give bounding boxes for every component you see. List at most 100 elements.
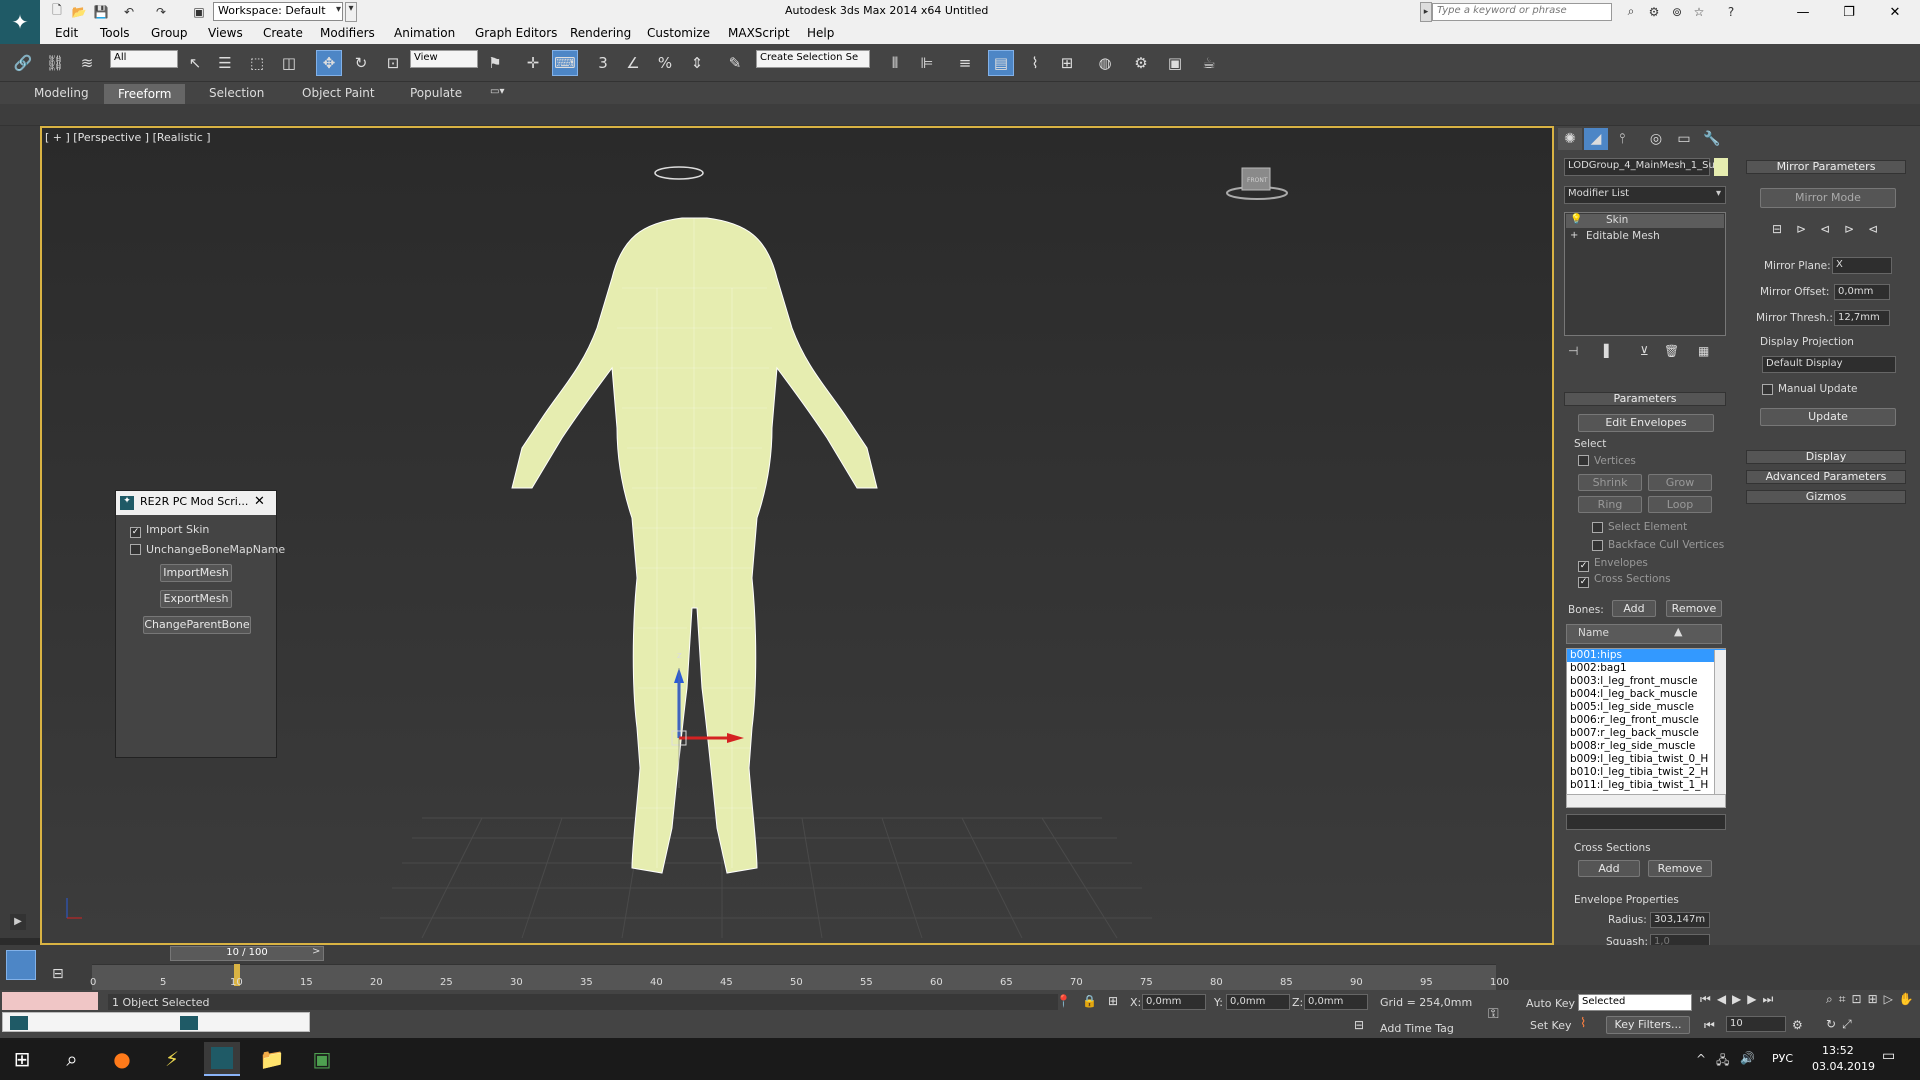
go-to-start-icon[interactable]: ⏮ (1700, 992, 1711, 1012)
edit-named-selection-icon[interactable]: ✎ (722, 50, 748, 76)
subscription-icon[interactable]: ⚙ (1645, 3, 1663, 20)
search-input[interactable]: Type a keyword or phrase (1432, 3, 1612, 21)
open-file-icon[interactable]: 📂 (70, 3, 88, 20)
redo-icon[interactable]: ↷ (152, 3, 170, 20)
menu-create[interactable]: Create (263, 26, 303, 40)
remove-modifier-icon[interactable]: 🗑 (1664, 344, 1679, 358)
menu-help[interactable]: Help (807, 26, 834, 40)
play-macro-icon[interactable]: ▶ (10, 914, 26, 930)
time-slider[interactable]: 10 / 100 (170, 946, 324, 961)
tab-modeling[interactable]: Modeling (34, 86, 89, 100)
mirror-icon[interactable]: ⫴ (882, 50, 908, 76)
mirror-paste-icon[interactable]: ⊟ (1772, 222, 1782, 236)
advanced-parameters-rollout-header[interactable]: Advanced Parameters (1746, 470, 1906, 484)
clock-time[interactable]: 13:52 (1822, 1044, 1854, 1057)
import-mesh-button[interactable]: ImportMesh (160, 564, 232, 582)
mirror-rollout-header[interactable]: Mirror Parameters (1746, 160, 1906, 174)
minimized-window-icon[interactable] (180, 1016, 198, 1030)
named-selection-dropdown[interactable]: Create Selection Se (756, 50, 870, 68)
select-object-icon[interactable]: ↖ (182, 50, 208, 76)
show-end-result-icon[interactable]: ▌ (1604, 344, 1613, 358)
tray-chevron-icon[interactable]: ^ (1696, 1052, 1706, 1066)
pin-stack-icon[interactable]: ⊣ (1568, 344, 1578, 358)
render-teapot-icon[interactable]: ☕ (1196, 50, 1222, 76)
maximize-button[interactable]: ❐ (1826, 0, 1872, 24)
app-logo-icon[interactable]: ✦ (0, 0, 40, 44)
dialog-close-icon[interactable]: ✕ (254, 494, 265, 509)
search-icon[interactable]: ⌕ (54, 1042, 90, 1076)
app-lightning-icon[interactable]: ⚡ (154, 1042, 190, 1076)
grow-button[interactable]: Grow (1648, 474, 1712, 491)
windows-start-icon[interactable]: ⊞ (4, 1042, 40, 1076)
time-configuration-icon[interactable]: ⚙ (1792, 1018, 1803, 1032)
bone-list-item[interactable]: b005:l_leg_side_muscle (1567, 701, 1725, 714)
field-of-view-icon[interactable]: ▷ (1884, 992, 1893, 1011)
menu-animation[interactable]: Animation (394, 26, 455, 40)
backface-checkbox[interactable] (1592, 540, 1603, 554)
time-tag-icon[interactable]: ⊟ (1354, 1018, 1370, 1034)
notifications-icon[interactable]: ▭ (1882, 1048, 1895, 1064)
configure-sets-icon[interactable]: ▦ (1698, 344, 1709, 358)
current-frame-input[interactable]: 10 (1726, 1016, 1786, 1032)
bone-list-item[interactable]: b011:l_leg_tibia_twist_1_H (1567, 779, 1725, 792)
add-bone-button[interactable]: Add (1612, 600, 1656, 617)
tab-freeform[interactable]: Freeform (104, 84, 186, 104)
import-skin-checkbox[interactable]: ✓ (130, 524, 141, 538)
layer-manager-icon[interactable]: ≡ (952, 50, 978, 76)
script-dialog-title[interactable]: RE2R PC Mod Scri... (116, 491, 276, 515)
cross-section-remove-button[interactable]: Remove (1648, 860, 1712, 877)
pan-icon[interactable]: ✋ (1899, 992, 1914, 1011)
bone-list-item[interactable]: b010:l_leg_tibia_twist_2_H (1567, 766, 1725, 779)
orbit-icon[interactable]: ↻ (1826, 1017, 1836, 1036)
parameters-rollout-header[interactable]: Parameters (1564, 392, 1726, 406)
input-language[interactable]: РУС (1772, 1052, 1793, 1065)
selection-filter-dropdown[interactable]: All (110, 50, 178, 68)
bone-list-item[interactable]: b003:l_leg_front_muscle (1567, 675, 1725, 688)
snap-toggle-icon[interactable]: 3 (590, 50, 616, 76)
unchange-bone-checkbox[interactable] (130, 544, 141, 558)
bone-list-vscrollbar[interactable] (1714, 650, 1726, 794)
key-mode-toggle-icon[interactable]: ⏮ (1704, 1018, 1715, 1033)
workspace-dropdown[interactable]: Workspace: Default (213, 2, 343, 21)
hierarchy-tab-icon[interactable]: ⫯ (1610, 128, 1634, 150)
menu-rendering[interactable]: Rendering (570, 26, 631, 40)
rendered-frame-icon[interactable]: ▣ (1162, 50, 1188, 76)
time-next-icon[interactable]: > (312, 946, 326, 961)
object-name-field[interactable]: LODGroup_4_MainMesh_1_Su (1564, 158, 1715, 176)
minimized-windows[interactable] (2, 1012, 310, 1032)
isolate-selection-icon[interactable]: 📍 (1056, 994, 1071, 1008)
paste-blue-icon[interactable]: ⊲ (1820, 222, 1830, 236)
previous-frame-icon[interactable]: ◀ (1717, 992, 1726, 1012)
cross-sections-checkbox[interactable]: ✓ (1578, 574, 1589, 588)
material-editor-icon[interactable]: ◍ (1092, 50, 1118, 76)
scene-explorer-icon[interactable]: ▤ (988, 50, 1014, 76)
modifier-list-dropdown[interactable]: Modifier List (1564, 186, 1726, 204)
help-icon[interactable]: ? (1722, 3, 1740, 20)
go-to-end-icon[interactable]: ⏭ (1763, 992, 1774, 1012)
x-coord-input[interactable]: 0,0mm (1142, 994, 1206, 1010)
curve-editor-icon[interactable]: ⌇ (1022, 50, 1048, 76)
shrink-button[interactable]: Shrink (1578, 474, 1642, 491)
viewport-label[interactable]: [ + ] [Perspective ] [Realistic ] (45, 131, 211, 144)
percent-snap-icon[interactable]: % (652, 50, 678, 76)
image-viewer-icon[interactable]: ▣ (304, 1042, 340, 1076)
bone-list-item[interactable]: b004:l_leg_back_muscle (1567, 688, 1725, 701)
firefox-icon[interactable]: ● (104, 1042, 140, 1076)
tab-selection[interactable]: Selection (209, 86, 264, 100)
3dsmax-taskbar-icon[interactable] (204, 1042, 240, 1076)
display-rollout-header[interactable]: Display (1746, 450, 1906, 464)
bone-list-item[interactable]: b008:r_leg_side_muscle (1567, 740, 1725, 753)
add-time-tag[interactable]: Add Time Tag (1380, 1022, 1454, 1035)
display-tab-icon[interactable]: ▭ (1672, 128, 1696, 150)
change-parent-bone-button[interactable]: ChangeParentBone (143, 616, 251, 634)
menu-graph-editors[interactable]: Graph Editors (475, 26, 557, 40)
bone-list-item[interactable]: b009:l_leg_tibia_twist_0_H (1567, 753, 1725, 766)
edit-envelopes-button[interactable]: Edit Envelopes (1578, 414, 1714, 432)
select-scale-icon[interactable]: ⊡ (380, 50, 406, 76)
default-in-out-tangent-icon[interactable]: ⌇ (1580, 1016, 1600, 1034)
bone-list-item[interactable]: b001:hips (1567, 649, 1725, 662)
menu-group[interactable]: Group (151, 26, 188, 40)
file-explorer-icon[interactable]: 📁 (254, 1042, 290, 1076)
tab-populate[interactable]: Populate (410, 86, 462, 100)
overflow-arrow-icon[interactable]: ▾ (345, 2, 357, 22)
